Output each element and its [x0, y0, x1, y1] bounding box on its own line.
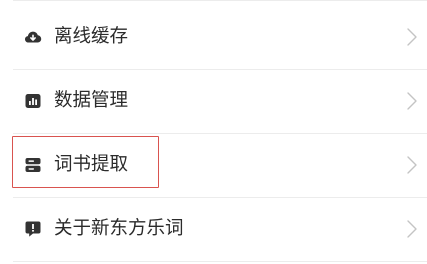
chevron-right-icon: [407, 220, 417, 238]
settings-menu-list: 离线缓存 数据管理 词书提取 关于新东方乐词: [0, 0, 427, 264]
menu-item-label: 离线缓存: [54, 26, 129, 47]
chevron-right-icon: [407, 156, 417, 174]
divider: [13, 0, 427, 1]
chevron-right-icon: [407, 92, 417, 110]
highlight-annotation-box: [12, 136, 159, 188]
menu-item-about[interactable]: 关于新东方乐词: [0, 197, 427, 261]
menu-item-data-management[interactable]: 数据管理: [0, 69, 427, 133]
menu-item-offline-cache[interactable]: 离线缓存: [0, 5, 427, 69]
menu-item-label: 数据管理: [54, 90, 129, 111]
info-chat-icon: [25, 221, 41, 237]
divider: [13, 261, 427, 262]
cloud-download-icon: [25, 31, 42, 43]
menu-item-label: 关于新东方乐词: [54, 218, 184, 239]
chevron-right-icon: [407, 28, 417, 46]
bar-chart-icon: [25, 94, 41, 108]
